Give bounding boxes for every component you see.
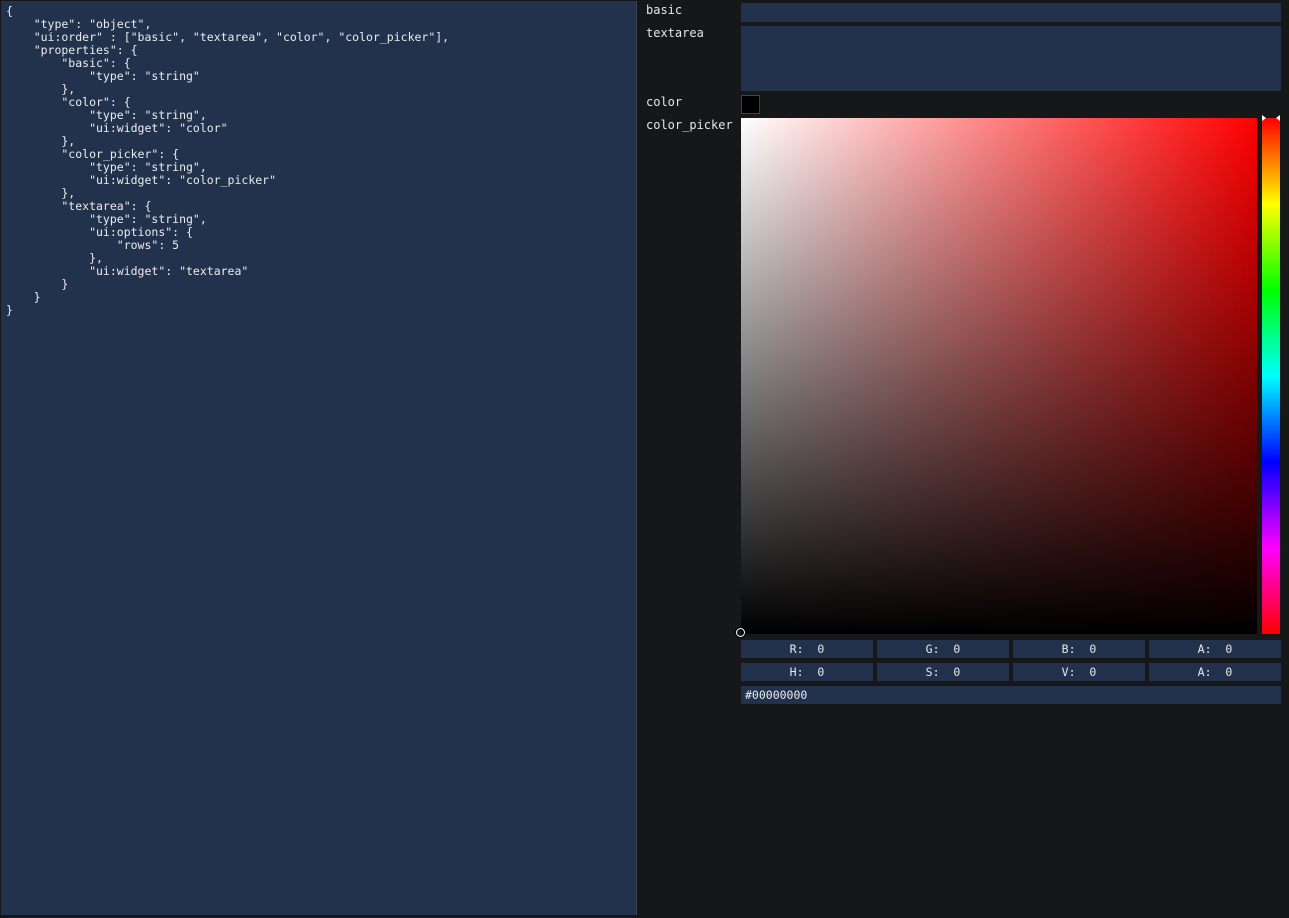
hsv-alpha-channel-label: A: xyxy=(1197,665,1212,679)
blue-channel-label: B: xyxy=(1061,642,1076,656)
red-channel-label: R: xyxy=(789,642,804,656)
red-channel-field[interactable]: R: 0 xyxy=(741,640,873,658)
blue-channel-field[interactable]: B: 0 xyxy=(1013,640,1145,658)
saturation-value-square[interactable] xyxy=(736,118,1257,637)
alpha-channel-field[interactable]: A: 0 xyxy=(1149,640,1281,658)
form-panel: basic textarea color color_picker R: 0 G… xyxy=(640,0,1289,918)
textarea-input[interactable] xyxy=(741,26,1281,91)
saturation-channel-label: S: xyxy=(925,665,940,679)
hex-color-input[interactable]: #00000000 xyxy=(741,686,1281,704)
hue-channel-field[interactable]: H: 0 xyxy=(741,663,873,681)
json-schema-text[interactable]: { "type": "object", "ui:order" : ["basic… xyxy=(1,1,636,317)
sv-cursor-handle[interactable] xyxy=(736,628,745,637)
basic-input[interactable] xyxy=(741,3,1281,22)
hue-marker-right-icon xyxy=(1276,115,1280,121)
value-channel-label: V: xyxy=(1061,665,1076,679)
value-channel-field[interactable]: V: 0 xyxy=(1013,663,1145,681)
saturation-channel-value: 0 xyxy=(953,665,961,679)
hsv-alpha-channel-value: 0 xyxy=(1225,665,1233,679)
color-picker-label: color_picker xyxy=(646,118,733,132)
blue-channel-value: 0 xyxy=(1089,642,1097,656)
hue-channel-label: H: xyxy=(789,665,804,679)
green-channel-value: 0 xyxy=(953,642,961,656)
hue-channel-value: 0 xyxy=(817,665,825,679)
value-channel-value: 0 xyxy=(1089,665,1097,679)
green-channel-label: G: xyxy=(925,642,940,656)
textarea-label: textarea xyxy=(646,26,704,40)
color-label: color xyxy=(646,95,683,109)
alpha-channel-value: 0 xyxy=(1225,642,1233,656)
hue-marker-left-icon xyxy=(1262,115,1266,121)
alpha-channel-label: A: xyxy=(1197,642,1212,656)
red-channel-value: 0 xyxy=(817,642,825,656)
basic-label: basic xyxy=(646,3,683,17)
app-window: { "type": "object", "ui:order" : ["basic… xyxy=(0,0,1289,918)
green-channel-field[interactable]: G: 0 xyxy=(877,640,1009,658)
color-swatch-button[interactable] xyxy=(741,95,760,114)
hsv-alpha-channel-field[interactable]: A: 0 xyxy=(1149,663,1281,681)
json-schema-editor[interactable]: { "type": "object", "ui:order" : ["basic… xyxy=(1,1,637,915)
hue-slider[interactable] xyxy=(1262,115,1280,634)
saturation-channel-field[interactable]: S: 0 xyxy=(877,663,1009,681)
